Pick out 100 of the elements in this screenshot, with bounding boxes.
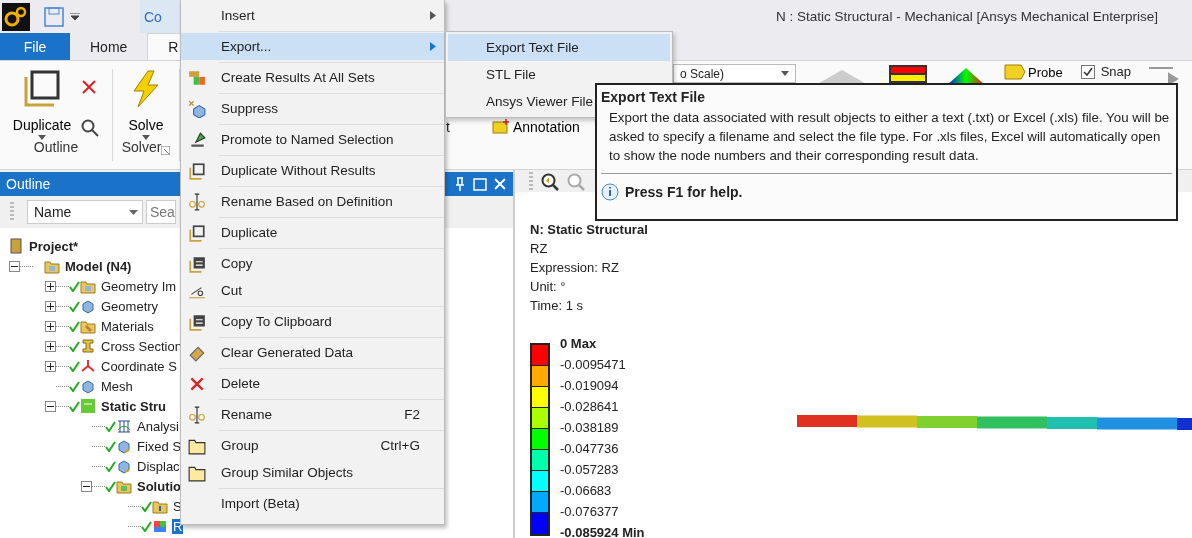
menu-item[interactable]: STL File [448, 61, 670, 88]
tree-item[interactable]: Mesh [100, 378, 134, 394]
search-icon[interactable] [81, 119, 100, 137]
legend-value: -0.028641 [560, 398, 620, 416]
node-icon [116, 418, 132, 434]
probe-button[interactable]: Probe [1004, 64, 1063, 80]
menu-item[interactable]: Rename F2 [181, 401, 444, 428]
label-icon [491, 119, 510, 135]
context-tab[interactable]: Co [140, 0, 180, 33]
menu-item[interactable]: Duplicate Without Results [181, 157, 444, 184]
tree-item[interactable]: Displac [136, 458, 181, 474]
menu-item[interactable]: Suppress [181, 95, 444, 122]
suppress-icon [188, 99, 206, 118]
duplicate-icon [188, 223, 206, 242]
menu-item[interactable]: Import (Beta) [181, 490, 444, 517]
launcher-icon[interactable] [161, 146, 171, 155]
zoom-icon[interactable] [541, 173, 559, 191]
solve-button[interactable]: Solve [126, 69, 166, 140]
result-info: Expression: RZ [530, 259, 620, 277]
result-info: Unit: ° [530, 278, 567, 296]
caret-icon [129, 209, 138, 215]
tree-item[interactable]: Geometry [100, 298, 160, 314]
tree-item[interactable]: Geometry Im [100, 278, 178, 294]
tree-item[interactable]: Solutio [136, 478, 183, 494]
caret-icon [142, 135, 150, 140]
menu-item[interactable]: Create Results At All Sets [181, 64, 444, 91]
node-icon [80, 398, 96, 414]
menu-item[interactable]: Delete [181, 370, 444, 397]
delete-icon[interactable] [81, 79, 98, 95]
legend-value: -0.019094 [560, 377, 620, 395]
maximize-icon[interactable] [473, 177, 487, 191]
group-label: Solver [121, 139, 171, 155]
window-title: N : Static Structural - Mechanical [Ansys Mechanical Enterprise] [776, 9, 1158, 24]
scale-dropdown[interactable]: o Scale) [673, 64, 796, 83]
legend-value: -0.038189 [560, 419, 620, 437]
expander-icon[interactable] [45, 340, 56, 352]
menu-item[interactable]: Group Similar Objects [181, 459, 444, 486]
shortcut-label: F2 [404, 407, 420, 422]
tree-item[interactable]: Coordinate S [100, 358, 178, 374]
node-icon [116, 478, 132, 494]
panel-title: Outline [6, 176, 51, 192]
expander-icon[interactable] [45, 320, 56, 332]
squares-icon [22, 69, 62, 109]
ribbon-label: t [446, 119, 450, 135]
file-tab[interactable]: File [0, 33, 70, 60]
tree-item[interactable]: Project* [28, 238, 80, 254]
copy-icon [188, 254, 206, 273]
node-icon [80, 358, 96, 374]
menu-item[interactable]: Export Text File [448, 34, 670, 61]
menu-item[interactable]: Promote to Named Selection [181, 126, 444, 153]
annotation-button[interactable]: Annotation [491, 119, 580, 135]
expander-icon[interactable] [45, 280, 56, 292]
duplicate-icon [188, 161, 206, 180]
node-icon [80, 318, 96, 334]
app-icon[interactable] [2, 2, 30, 31]
expander-icon[interactable] [45, 360, 56, 372]
tree-item[interactable]: Materials [100, 318, 155, 334]
menu-item[interactable]: Cut [181, 277, 444, 304]
search-field[interactable]: Sea [146, 200, 176, 224]
legend-value: -0.047736 [560, 440, 620, 458]
legend-value: 0 Max [560, 335, 598, 353]
result-title: N: Static Structural [530, 221, 649, 239]
save-icon[interactable] [44, 6, 64, 27]
menu-item[interactable]: Copy [181, 250, 444, 277]
legend-value: -0.057283 [560, 461, 620, 479]
caret-icon [781, 71, 789, 76]
menu-item[interactable]: Duplicate [181, 219, 444, 246]
menu-item[interactable]: Insert [181, 2, 444, 29]
tree-item[interactable]: Analysi [136, 418, 180, 434]
menu-item[interactable]: Rename Based on Definition [181, 188, 444, 215]
expander-icon[interactable] [81, 480, 92, 492]
result-info: Time: 1 s [530, 297, 584, 315]
column-dropdown[interactable]: Name [27, 200, 143, 224]
expander-icon[interactable] [45, 400, 56, 412]
expander-icon[interactable] [45, 300, 56, 312]
probe-icon [1004, 64, 1026, 80]
tree-item[interactable]: Static Stru [100, 398, 167, 414]
tree-item[interactable]: Model (N4) [64, 258, 133, 274]
menu-item[interactable]: Group Ctrl+G [181, 432, 444, 459]
tree-item[interactable]: Cross Section [100, 338, 183, 354]
legend-value: -0.0095471 [560, 356, 627, 374]
tree-item[interactable]: Fixed S [136, 438, 183, 454]
rename-icon [188, 405, 206, 424]
arrow-icon[interactable] [1149, 64, 1180, 84]
legend-value: -0.085924 Min [560, 524, 645, 538]
ribbon-tab[interactable]: Home [70, 33, 148, 60]
node-icon [152, 498, 168, 514]
snap-label: Snap [1100, 64, 1132, 79]
close-icon[interactable] [493, 177, 507, 191]
duplicate-button[interactable]: Duplicate [12, 69, 72, 140]
menu-item[interactable]: Clear Generated Data [181, 339, 444, 366]
menu-item[interactable]: Export... [181, 33, 444, 60]
copy-icon [188, 312, 206, 331]
pin-icon[interactable] [453, 177, 467, 191]
snap-checkbox[interactable] [1080, 64, 1095, 79]
expander-icon[interactable] [9, 260, 20, 272]
caret-icon[interactable] [70, 12, 80, 21]
node-icon [116, 458, 132, 474]
menu-item[interactable]: Copy To Clipboard [181, 308, 444, 335]
node-icon [80, 278, 96, 294]
